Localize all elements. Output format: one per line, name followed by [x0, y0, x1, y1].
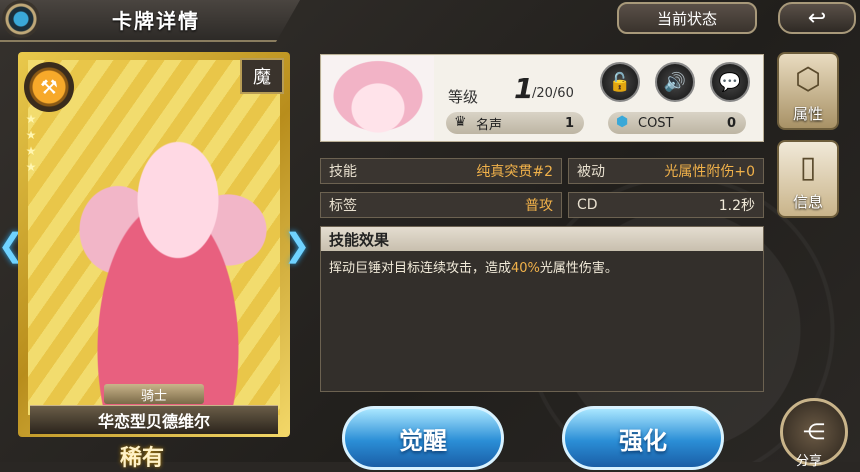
- card-name: 华恋型贝德维尔: [30, 405, 278, 434]
- current-state-button[interactable]: 当前状态: [617, 2, 757, 34]
- cost-pill: ⬢ COST 0: [608, 112, 746, 134]
- crown-icon: ♛: [454, 114, 467, 130]
- card-artwork: [28, 60, 280, 415]
- cd-value: 1.2秒: [718, 198, 755, 214]
- passive-row: 被动 光属性附伤+0: [568, 158, 764, 184]
- card-role: 骑士: [104, 384, 204, 404]
- star-icon: ★: [25, 128, 37, 142]
- star-icon: ★: [25, 144, 37, 158]
- attribute-tab-button[interactable]: ⬡ 属性: [777, 52, 839, 130]
- gear-icon: [2, 0, 40, 38]
- star-rating: ★ ★ ★ ★: [22, 112, 40, 192]
- hammer-class-icon: ⚒: [24, 62, 74, 112]
- share-label: 分享: [796, 454, 823, 469]
- next-card-arrow[interactable]: ❯: [284, 225, 311, 265]
- back-arrow-icon: ↩: [807, 5, 827, 31]
- fame-pill: ♛ 名声 1: [446, 112, 584, 134]
- enhance-button[interactable]: 强化: [562, 406, 724, 470]
- info-tab-button[interactable]: ▯ 信息: [777, 140, 839, 218]
- skill-effect-text: 挥动巨锤对目标连续攻击，造成40%光属性伤害。: [329, 261, 618, 276]
- sound-icon[interactable]: 🔊: [655, 62, 695, 102]
- skill-value: 纯真突贯#2: [476, 164, 553, 180]
- card-rarity: 稀有: [120, 446, 165, 471]
- tag-value: 普攻: [525, 198, 553, 214]
- skill-label: 技能: [329, 164, 357, 180]
- passive-value: 光属性附伤+0: [664, 164, 755, 180]
- character-portrait: [322, 56, 434, 140]
- level-max: /20/60: [532, 86, 574, 101]
- info-tab-label: 信息: [792, 193, 823, 211]
- tag-label: 标签: [329, 198, 357, 214]
- damage-highlight: 40%: [511, 261, 540, 276]
- cd-label: CD: [577, 197, 598, 213]
- hexagon-icon: ⬡: [794, 62, 822, 97]
- cost-value: 0: [726, 115, 736, 131]
- page-title: 卡牌详情: [112, 9, 200, 33]
- fame-label: 名声: [476, 117, 503, 133]
- awaken-button[interactable]: 觉醒: [342, 406, 504, 470]
- share-icon: ⋲: [803, 419, 825, 445]
- level-current: 1: [514, 72, 534, 105]
- cost-label: COST: [638, 115, 674, 131]
- card-info-icon: ▯: [799, 150, 817, 185]
- tag-row: 标签 普攻: [320, 192, 562, 218]
- lock-icon[interactable]: 🔓: [600, 62, 640, 102]
- fame-value: 1: [564, 115, 574, 131]
- star-icon: ★: [25, 160, 37, 174]
- back-button[interactable]: ↩: [778, 2, 856, 34]
- attribute-tab-label: 属性: [792, 105, 823, 123]
- star-icon: ★: [25, 112, 37, 126]
- level-label: 等级: [448, 88, 479, 106]
- chat-icon[interactable]: 💬: [710, 62, 750, 102]
- passive-label: 被动: [577, 164, 605, 180]
- cd-row: CD 1.2秒: [568, 192, 764, 218]
- skill-effect-box: 技能效果 挥动巨锤对目标连续攻击，造成40%光属性伤害。: [320, 226, 764, 392]
- gem-icon: ⬢: [616, 114, 629, 130]
- skill-row: 技能 纯真突贯#2: [320, 158, 562, 184]
- attribute-badge: 魔: [240, 58, 284, 94]
- skill-effect-title: 技能效果: [321, 227, 763, 251]
